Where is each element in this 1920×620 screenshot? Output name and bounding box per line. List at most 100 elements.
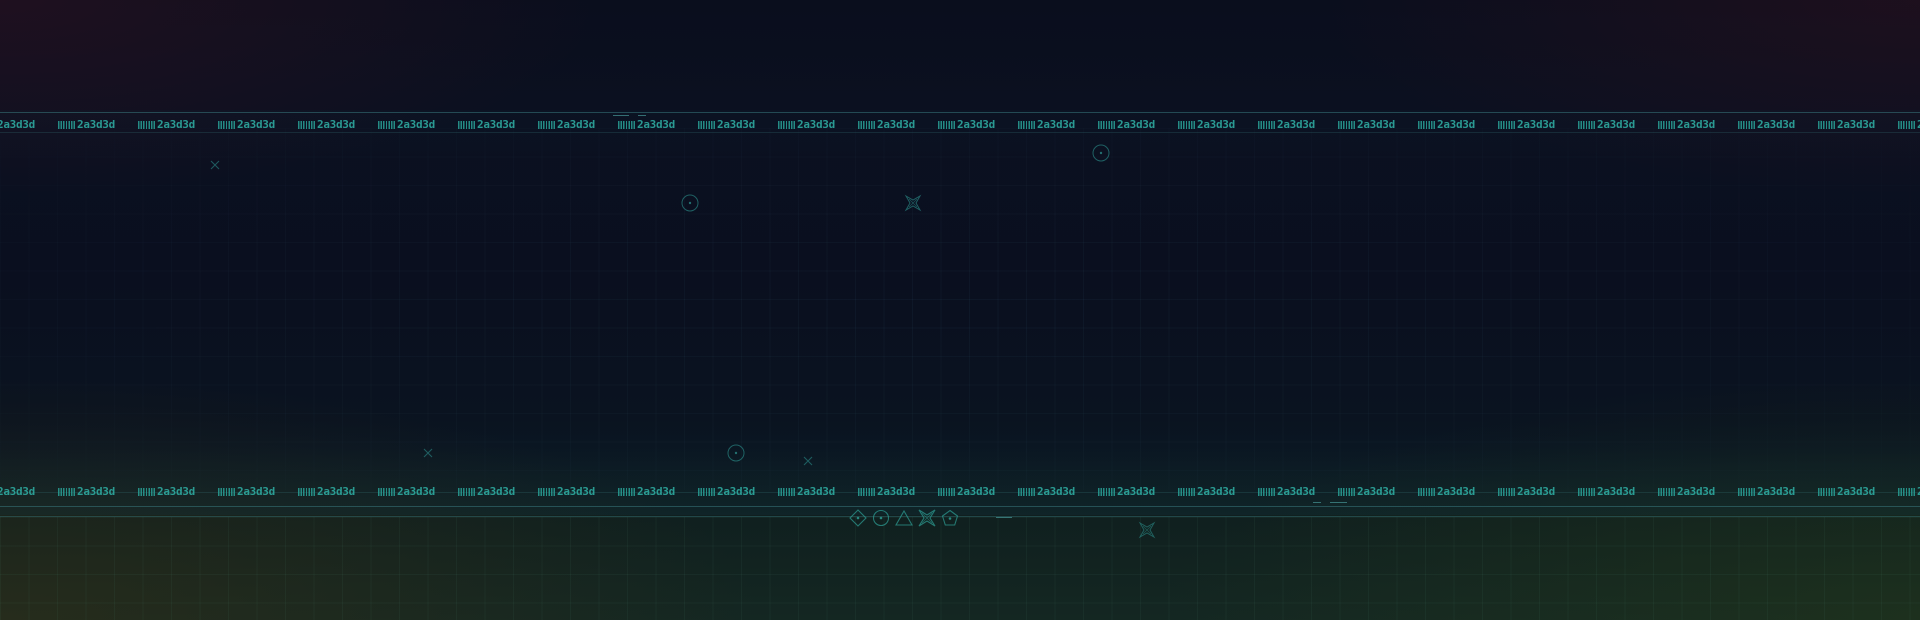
barcode-icon [858, 121, 876, 129]
barcode-icon [1658, 121, 1676, 129]
circle-dot-icon [872, 509, 890, 527]
ticker-code: 2a3d3d [957, 119, 995, 131]
ticker-code: 2a3d3d [77, 119, 115, 131]
bottom-border-line [0, 506, 1920, 507]
ticker-code: 2a3d3d [1757, 119, 1795, 131]
main-grid [0, 128, 1920, 490]
ticker-unit: 2a3d3d [0, 486, 48, 500]
bottom-inner-line [0, 492, 1920, 493]
dash-marker [613, 115, 629, 116]
barcode-icon [1098, 121, 1116, 129]
ticker-unit: 2a3d3d [1258, 119, 1328, 133]
ticker-code: 2a3d3d [1277, 119, 1315, 131]
barcode-icon [1818, 121, 1836, 129]
barcode-icon [1258, 121, 1276, 129]
barcode-icon [778, 121, 796, 129]
barcode-icon [1738, 121, 1756, 129]
ticker-unit: 2a3d3d [1898, 119, 1920, 133]
ticker-unit: 2a3d3d [458, 486, 528, 500]
ticker-unit: 2a3d3d [538, 119, 608, 133]
ticker-code: 2a3d3d [0, 119, 35, 131]
ticker-unit: 2a3d3d [1418, 119, 1488, 133]
ticker-code: 2a3d3d [1517, 119, 1555, 131]
ticker-code: 2a3d3d [1437, 119, 1475, 131]
shape-icon-row [849, 509, 961, 529]
dash-marker [638, 115, 646, 116]
ticker-strip-top: 2a3d3d 2a3d3d 2a3d3d 2a3d3d 2a3d3d 2a3d3d 2a3d… [0, 119, 1920, 133]
ticker-code: 2a3d3d [1037, 119, 1075, 131]
ticker-code: 2a3d3d [1117, 119, 1155, 131]
barcode-icon [1418, 121, 1436, 129]
ticker-unit: 2a3d3d [1018, 119, 1088, 133]
ticker-unit: 2a3d3d [378, 486, 448, 500]
ticker-code: 2a3d3d [637, 119, 675, 131]
barcode-icon [218, 121, 236, 129]
barcode-icon [1338, 121, 1356, 129]
ticker-unit: 2a3d3d [1898, 486, 1920, 500]
ticker-unit: 2a3d3d [1578, 486, 1648, 500]
ticker-unit: 2a3d3d [218, 486, 288, 500]
barcode-icon [1178, 121, 1196, 129]
dash-marker [996, 517, 1012, 518]
top-glow [0, 110, 1920, 170]
ticker-code: 2a3d3d [877, 119, 915, 131]
ticker-unit: 2a3d3d [0, 119, 48, 133]
ticker-unit: 2a3d3d [538, 486, 608, 500]
hud-background: 2a3d3d 2a3d3d 2a3d3d 2a3d3d 2a3d3d 2a3d3d 2a3d… [0, 0, 1920, 620]
target-circle-icon [681, 194, 699, 212]
dash-marker [1330, 502, 1347, 503]
ticker-code: 2a3d3d [797, 119, 835, 131]
ticker-code: 2a3d3d [1197, 119, 1235, 131]
ticker-code: 2a3d3d [557, 119, 595, 131]
ticker-unit: 2a3d3d [1178, 119, 1248, 133]
ticker-code: 2a3d3d [397, 119, 435, 131]
ticker-unit: 2a3d3d [1178, 486, 1248, 500]
four-point-star-icon [904, 194, 922, 212]
ticker-unit: 2a3d3d [1018, 486, 1088, 500]
ticker-code: 2a3d3d [717, 119, 755, 131]
ticker-code: 2a3d3d [1357, 119, 1395, 131]
top-inner-line [0, 132, 1920, 133]
ticker-code: 2a3d3d [237, 119, 275, 131]
ticker-unit: 2a3d3d [778, 119, 848, 133]
ticker-unit: 2a3d3d [858, 119, 928, 133]
ticker-unit: 2a3d3d [1098, 119, 1168, 133]
cross-icon [210, 160, 220, 170]
ticker-unit: 2a3d3d [138, 486, 208, 500]
ticker-strip-bottom: 2a3d3d 2a3d3d 2a3d3d 2a3d3d 2a3d3d 2a3d3d 2a3d… [0, 486, 1920, 500]
ticker-unit: 2a3d3d [698, 486, 768, 500]
barcode-icon [378, 121, 396, 129]
ticker-unit: 2a3d3d [1258, 486, 1328, 500]
ticker-unit: 2a3d3d [698, 119, 768, 133]
barcode-icon [698, 121, 716, 129]
ticker-code: 2a3d3d [317, 119, 355, 131]
ticker-unit: 2a3d3d [1338, 486, 1408, 500]
ticker-unit: 2a3d3d [58, 119, 128, 133]
ticker-unit: 2a3d3d [858, 486, 928, 500]
barcode-icon [1898, 121, 1916, 129]
ticker-unit: 2a3d3d [1098, 486, 1168, 500]
ticker-code: 2a3d3d [1597, 119, 1635, 131]
barcode-icon [1498, 121, 1516, 129]
ticker-unit: 2a3d3d [1738, 486, 1808, 500]
ticker-unit: 2a3d3d [938, 119, 1008, 133]
cross-icon [803, 456, 813, 466]
ticker-code: 2a3d3d [477, 119, 515, 131]
ticker-unit: 2a3d3d [1498, 486, 1568, 500]
barcode-icon [618, 121, 636, 129]
barcode-icon [538, 121, 556, 129]
ticker-unit: 2a3d3d [298, 486, 368, 500]
barcode-icon [58, 121, 76, 129]
ticker-unit: 2a3d3d [1338, 119, 1408, 133]
ticker-unit: 2a3d3d [138, 119, 208, 133]
barcode-icon [1018, 121, 1036, 129]
target-circle-icon [727, 444, 745, 462]
ticker-unit: 2a3d3d [1818, 119, 1888, 133]
ticker-code: 2a3d3d [1837, 119, 1875, 131]
four-point-star-icon [1138, 521, 1156, 539]
pentagon-icon [941, 509, 959, 527]
barcode-icon [298, 121, 316, 129]
ticker-code: 2a3d3d [157, 119, 195, 131]
ticker-unit: 2a3d3d [1418, 486, 1488, 500]
top-border-line [0, 112, 1920, 113]
